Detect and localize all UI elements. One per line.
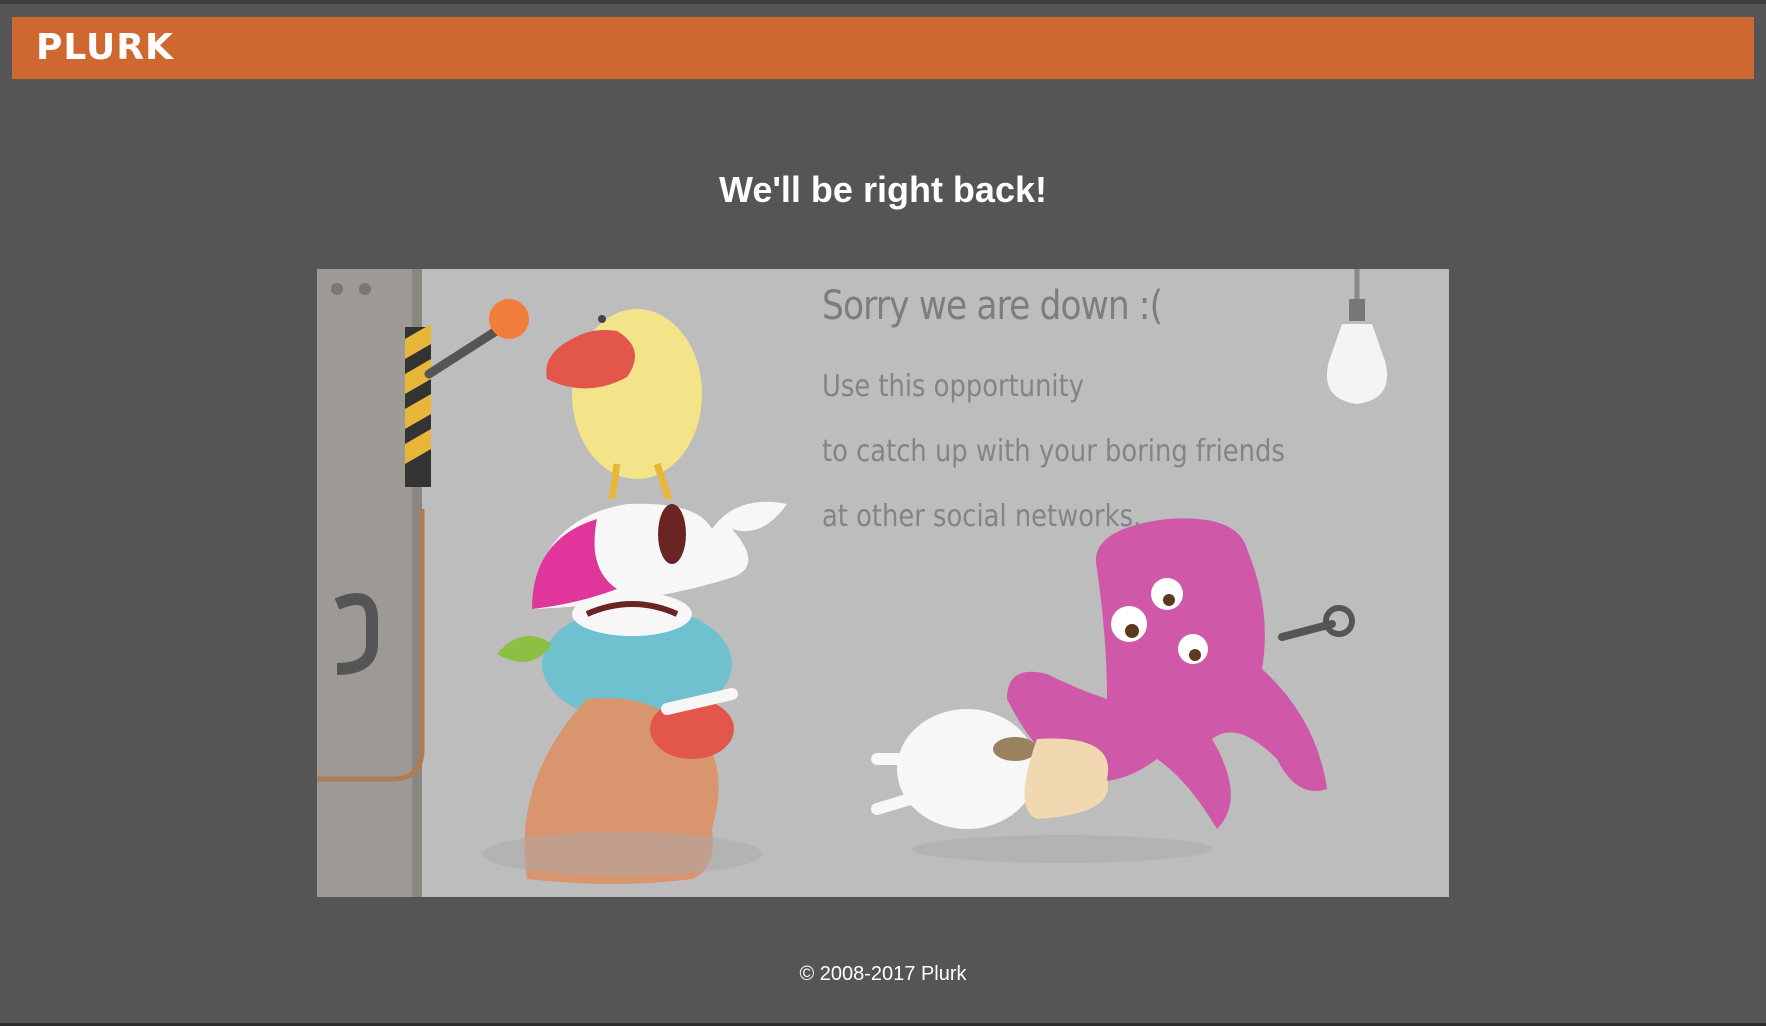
lever-knob [489, 299, 529, 339]
maintenance-illustration: Sorry we are down :( Use this opportunit… [317, 269, 1449, 897]
sorry-title: Sorry we are down :( [822, 283, 1163, 329]
header-bar: PLURK [12, 17, 1754, 79]
page-headline: We'll be right back! [719, 169, 1047, 210]
white-creature [897, 709, 1037, 829]
message-line-2: to catch up with your boring friends [822, 434, 1285, 469]
light-bulb [1326, 324, 1388, 404]
copyright-text: © 2008-2017 Plurk [799, 963, 967, 985]
message-line-3: at other social networks. [822, 499, 1142, 534]
plurk-logo[interactable]: PLURK [36, 27, 174, 69]
top-border [0, 0, 1766, 4]
monsters-artwork [317, 269, 1388, 897]
machine-panel [317, 269, 412, 897]
message-line-1: Use this opportunity [822, 369, 1084, 404]
